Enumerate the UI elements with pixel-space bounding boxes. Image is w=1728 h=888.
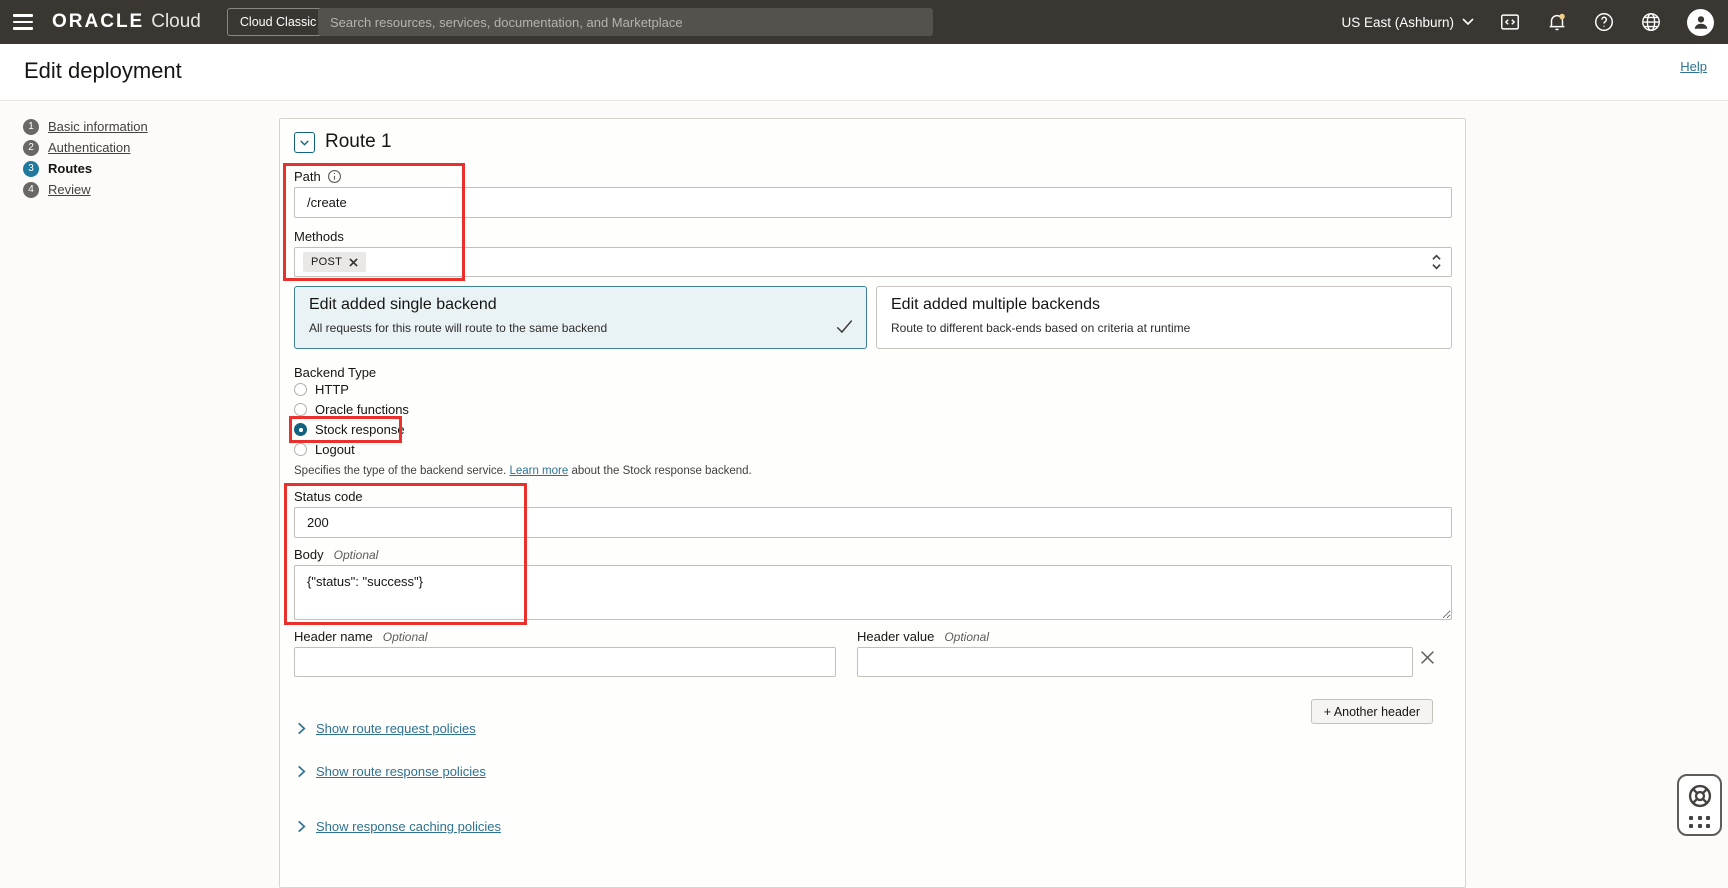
radio-oracle-functions[interactable]: Oracle functions <box>294 401 409 418</box>
step-label: Review <box>48 182 91 197</box>
oracle-cloud-logo: ORACLE Cloud <box>52 11 201 33</box>
header-value-input[interactable] <box>857 647 1413 677</box>
logo-oracle-text: ORACLE <box>52 11 144 33</box>
header-name-label: Header name Optional <box>294 629 427 644</box>
card-title: Edit added multiple backends <box>891 296 1437 314</box>
method-chip-post[interactable]: POST <box>303 252 366 272</box>
remove-header-icon[interactable] <box>1420 650 1435 670</box>
path-input[interactable] <box>294 187 1452 218</box>
globe-icon[interactable] <box>1640 11 1662 33</box>
wizard-step-basic-information[interactable]: 1 Basic information <box>23 117 148 136</box>
route-panel: Route 1 Path Methods POST Edit added sin… <box>279 118 1466 888</box>
method-chip-label: POST <box>311 256 342 268</box>
cloud-classic-label: Cloud Classic <box>240 15 316 29</box>
status-code-input[interactable] <box>294 507 1452 538</box>
route-header: Route 1 <box>294 131 392 153</box>
radio-dot <box>294 383 307 396</box>
search-input[interactable] <box>318 8 933 36</box>
header-name-input[interactable] <box>294 647 836 677</box>
methods-select[interactable]: POST <box>294 247 1452 277</box>
body-textarea[interactable]: {"status": "success"} <box>294 565 1452 620</box>
step-label: Authentication <box>48 140 130 155</box>
card-subtitle: All requests for this route will route t… <box>309 321 852 335</box>
radio-dot <box>294 443 307 456</box>
help-icon[interactable] <box>1593 11 1615 33</box>
drag-dots-icon <box>1689 816 1710 828</box>
show-response-caching-policies[interactable]: Show response caching policies <box>297 819 501 834</box>
hamburger-icon[interactable] <box>0 0 46 44</box>
route-title: Route 1 <box>325 131 392 153</box>
card-title: Edit added single backend <box>309 296 852 314</box>
logo-cloud-text: Cloud <box>151 11 201 33</box>
avatar[interactable] <box>1687 9 1714 36</box>
console-icon[interactable] <box>1499 11 1521 33</box>
show-route-response-policies[interactable]: Show route response policies <box>297 764 486 779</box>
chevron-down-icon <box>1462 18 1474 26</box>
step-label: Routes <box>48 161 92 176</box>
single-backend-card[interactable]: Edit added single backend All requests f… <box>294 286 867 349</box>
chevron-right-icon <box>297 722 306 735</box>
region-label: US East (Ashburn) <box>1341 15 1454 30</box>
info-icon[interactable] <box>327 169 342 184</box>
radio-http[interactable]: HTTP <box>294 381 349 398</box>
backend-type-helper: Specifies the type of the backend servic… <box>294 465 752 477</box>
show-route-request-policies[interactable]: Show route request policies <box>297 721 476 736</box>
chevron-right-icon <box>297 765 306 778</box>
radio-stock-response[interactable]: Stock response <box>294 421 405 438</box>
another-header-button[interactable]: + Another header <box>1311 699 1433 724</box>
step-number: 4 <box>23 182 39 198</box>
page-header: Edit deployment Help <box>0 44 1728 101</box>
step-number: 1 <box>23 119 39 135</box>
multiple-backends-card[interactable]: Edit added multiple backends Route to di… <box>876 286 1452 349</box>
path-label: Path <box>294 169 342 184</box>
body-label: Body Optional <box>294 547 378 562</box>
assistance-widget[interactable] <box>1677 774 1722 836</box>
chevron-down-icon <box>298 136 311 149</box>
radio-dot <box>294 403 307 416</box>
topbar: ORACLE Cloud Cloud Classic US East (Ashb… <box>0 0 1728 44</box>
backend-type-label: Backend Type <box>294 365 376 380</box>
select-spinner-icon[interactable] <box>1430 253 1443 271</box>
notifications-icon[interactable] <box>1546 11 1568 33</box>
person-icon <box>1692 13 1710 31</box>
selected-check-icon <box>836 319 853 339</box>
help-link[interactable]: Help <box>1680 59 1707 74</box>
collapse-route-checkbox[interactable] <box>294 132 315 153</box>
wizard-steps: 1 Basic information 2 Authentication 3 R… <box>23 117 148 201</box>
remove-method-icon[interactable] <box>349 258 358 267</box>
radio-dot <box>294 423 307 436</box>
methods-label: Methods <box>294 229 344 244</box>
wizard-step-authentication[interactable]: 2 Authentication <box>23 138 148 157</box>
wizard-step-review[interactable]: 4 Review <box>23 180 148 199</box>
page-title: Edit deployment <box>24 58 182 84</box>
header-value-label: Header value Optional <box>857 629 989 644</box>
chevron-right-icon <box>297 820 306 833</box>
card-subtitle: Route to different back-ends based on cr… <box>891 321 1437 335</box>
life-ring-icon <box>1686 782 1714 810</box>
radio-logout[interactable]: Logout <box>294 441 355 458</box>
step-number: 2 <box>23 140 39 156</box>
wizard-step-routes[interactable]: 3 Routes <box>23 159 148 178</box>
learn-more-link[interactable]: Learn more <box>509 465 568 477</box>
step-number: 3 <box>23 161 39 177</box>
status-code-label: Status code <box>294 489 363 504</box>
step-label: Basic information <box>48 119 148 134</box>
region-selector[interactable]: US East (Ashburn) <box>1341 15 1474 30</box>
